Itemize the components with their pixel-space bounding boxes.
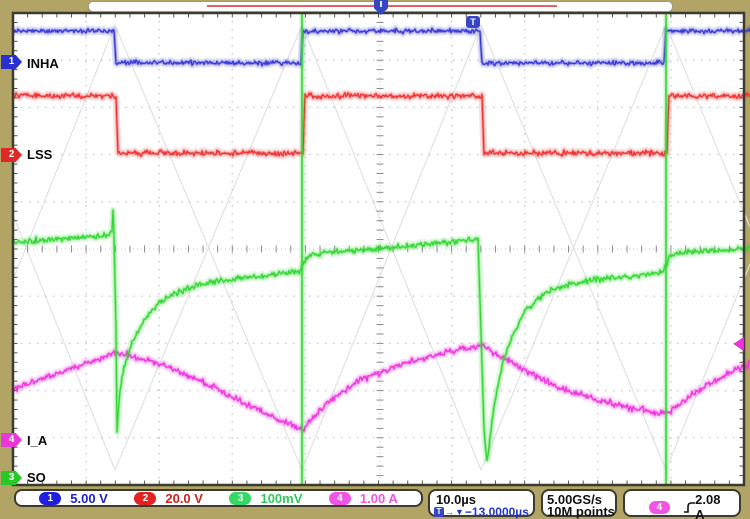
- ch2-badge: 2: [134, 492, 156, 505]
- triangle-down-icon: ▼: [455, 507, 464, 517]
- delay-value: −13.0000µs: [465, 505, 529, 519]
- record-length: 10M points: [547, 504, 615, 519]
- ch3-scale: 100mV: [260, 491, 302, 506]
- rising-edge-slope-icon: [683, 501, 695, 514]
- ch4-readout[interactable]: 4 1.00 A: [329, 491, 398, 506]
- trigger-level: 2.08 A: [695, 492, 731, 519]
- trigger-point-badge: T: [466, 16, 480, 28]
- trigger-t-icon: T: [434, 507, 444, 517]
- ch2-readout[interactable]: 2 20.0 V: [134, 491, 203, 506]
- ch2-label: LSS: [27, 148, 52, 162]
- ch1-label: INHA: [27, 57, 59, 71]
- arrow-right-icon: →: [445, 507, 454, 517]
- ch4-badge: 4: [329, 492, 351, 505]
- trigger-readout-box[interactable]: 4 2.08 A: [623, 489, 741, 517]
- acquisition-readout-box[interactable]: 5.00GS/s 10M points: [541, 489, 617, 517]
- channel-scale-readout-box[interactable]: 1 5.00 V 2 20.0 V 3 100mV 4 1.00 A: [14, 489, 423, 507]
- trigger-delay-readout: T→▼−13.0000µs: [434, 505, 529, 519]
- ch4-scale: 1.00 A: [360, 491, 398, 506]
- oscilloscope-screen: T 1 2 4 3 INHA LSS I_A SO 1 5.00 V 2 20.…: [0, 0, 750, 519]
- trigger-source-badge: 4: [649, 501, 670, 514]
- ch3-badge: 3: [229, 492, 251, 505]
- flag-slit-icon: [380, 1, 382, 7]
- ch1-badge: 1: [39, 492, 61, 505]
- waveform-display: [0, 0, 750, 519]
- ch3-label: SO: [27, 471, 46, 485]
- ch2-scale: 20.0 V: [165, 491, 203, 506]
- ch3-readout[interactable]: 3 100mV: [229, 491, 302, 506]
- ch1-readout[interactable]: 1 5.00 V: [39, 491, 108, 506]
- ch1-scale: 5.00 V: [70, 491, 108, 506]
- horizontal-readout-box[interactable]: 10.0µs T→▼−13.0000µs: [428, 489, 535, 517]
- ch4-label: I_A: [27, 434, 47, 448]
